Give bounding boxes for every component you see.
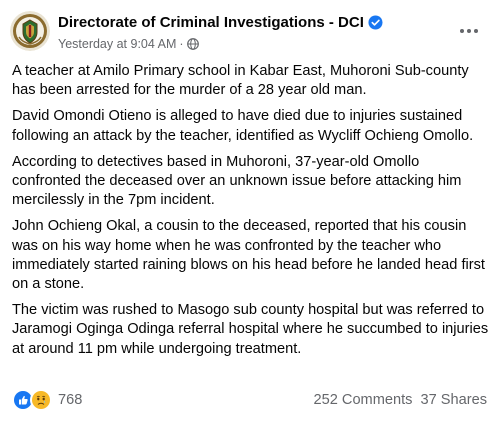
facebook-post: Directorate of Criminal Investigations -…	[0, 0, 499, 422]
post-body: A teacher at Amilo Primary school in Kab…	[12, 62, 490, 366]
more-horizontal-icon	[459, 21, 479, 39]
page-name-link[interactable]: Directorate of Criminal Investigations -…	[58, 14, 364, 31]
post-paragraph: According to detectives based in Muhoron…	[12, 153, 462, 209]
reaction-icons	[12, 389, 52, 411]
more-options-button[interactable]	[455, 20, 483, 40]
post-header: Directorate of Criminal Investigations -…	[10, 10, 489, 58]
meta-separator: ·	[179, 37, 184, 51]
post-paragraph: John Ochieng Okal, a cousin to the decea…	[12, 218, 485, 293]
post-timestamp[interactable]: Yesterday at 9:04 AM	[58, 37, 176, 51]
globe-icon[interactable]	[186, 38, 199, 50]
page-name-row: Directorate of Criminal Investigations -…	[58, 12, 383, 32]
sad-reaction-icon	[30, 389, 52, 411]
engagement-stats: 252 Comments 37 Shares	[314, 392, 488, 408]
verified-badge-icon	[368, 14, 383, 30]
reaction-count: 768	[58, 392, 83, 408]
post-meta: Yesterday at 9:04 AM ·	[58, 36, 199, 52]
post-paragraph: A teacher at Amilo Primary school in Kab…	[12, 63, 469, 99]
post-paragraph: David Omondi Otieno is alleged to have d…	[12, 108, 474, 144]
comments-count-link[interactable]: 252 Comments	[314, 392, 413, 408]
post-paragraph: The victim was rushed to Masogo sub coun…	[12, 302, 489, 357]
post-footer: 768 252 Comments 37 Shares	[12, 388, 487, 412]
reactions-summary[interactable]: 768	[12, 389, 82, 411]
shares-count-link[interactable]: 37 Shares	[420, 392, 487, 408]
page-avatar[interactable]	[10, 11, 50, 51]
